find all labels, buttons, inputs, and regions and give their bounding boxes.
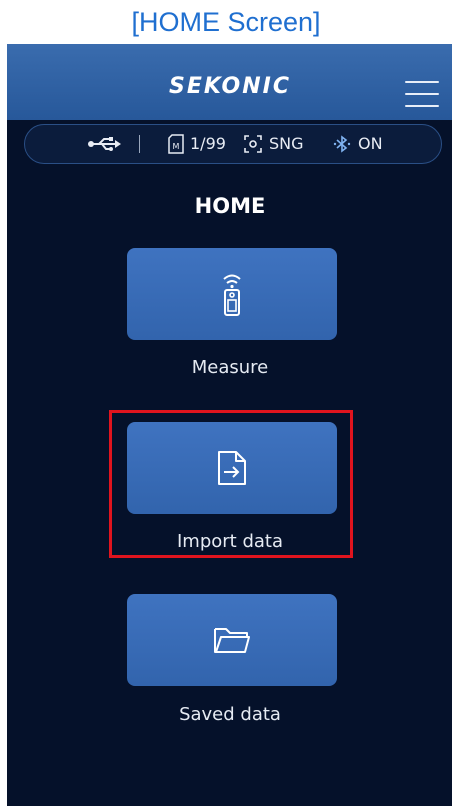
status-divider (139, 135, 140, 153)
light-meter-icon (223, 274, 241, 316)
app-screen: SEKONIC M 1/99 SNG ON HOME Measure Impor… (7, 44, 452, 806)
bluetooth-icon (333, 134, 351, 153)
mode-text: SNG (269, 134, 304, 153)
memory-card-icon: M (168, 133, 184, 154)
highlight-frame (109, 410, 353, 558)
bluetooth-status: ON (332, 125, 383, 162)
mode-status: SNG (243, 125, 304, 162)
folder-icon (214, 628, 250, 653)
memory-count: 1/99 (190, 134, 226, 153)
measure-button[interactable] (127, 248, 337, 340)
svg-text:M: M (173, 142, 180, 151)
hamburger-menu-icon[interactable] (405, 81, 439, 107)
measure-label: Measure (191, 357, 269, 378)
status-bar: M 1/99 SNG ON (24, 124, 442, 164)
saved-data-button[interactable] (127, 594, 337, 686)
page-title: HOME (194, 194, 266, 218)
screen-caption: [HOME Screen] (131, 6, 321, 37)
app-header: SEKONIC (7, 44, 452, 120)
bluetooth-text: ON (358, 134, 383, 153)
memory-status: M 1/99 (168, 125, 226, 162)
saved-data-label: Saved data (179, 704, 281, 725)
brand-logo: SEKONIC (169, 74, 291, 99)
usb-icon (87, 125, 121, 162)
focus-icon (244, 134, 262, 153)
